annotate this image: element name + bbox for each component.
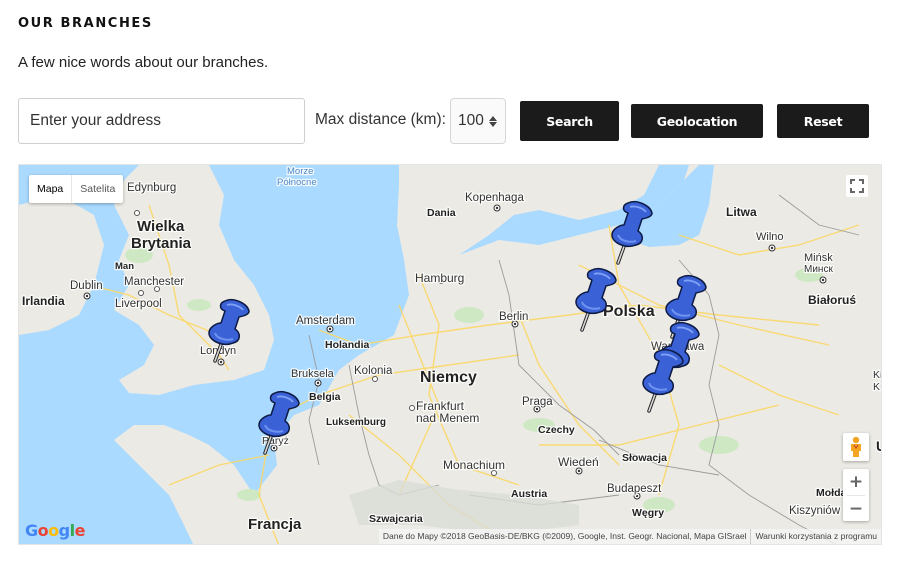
map-type-control: Mapa Satelita (29, 175, 124, 203)
country-label: Litwa (726, 205, 757, 219)
country-label: Niemcy (420, 369, 477, 386)
city-label: Praga (522, 396, 553, 408)
country-label: K (873, 381, 880, 393)
country-label: Ki (873, 369, 882, 381)
city-label: Kopenhaga (465, 192, 524, 204)
city-label: Edynburg (127, 182, 176, 194)
country-label: Szwajcaria (369, 513, 423, 525)
city-label: Liverpool (115, 298, 162, 310)
country-label: Białoruś (808, 293, 856, 307)
search-button[interactable]: Search (520, 101, 619, 141)
country-label: Węgry (632, 507, 664, 519)
max-distance-value: 100 (458, 112, 484, 129)
country-label: Belgia (309, 391, 341, 403)
attribution-text: Dane do Mapy ©2018 GeoBasis-DE/BKG (©200… (382, 531, 747, 541)
reset-button[interactable]: Reset (777, 104, 869, 138)
sea-label: Morze (287, 166, 313, 177)
max-distance-label: Max distance (km): (315, 111, 446, 128)
country-label: Francja (248, 516, 302, 533)
sea-label: Północne (277, 177, 317, 188)
map-attribution: Dane do Mapy ©2018 GeoBasis-DE/BKG (©200… (378, 529, 881, 544)
country-label: Czechy (538, 424, 575, 436)
country-label: Wielka (137, 218, 185, 235)
section-title: OUR BRANCHES (18, 16, 153, 31)
city-label: Budapeszt (607, 483, 662, 495)
fullscreen-button[interactable] (846, 175, 868, 197)
city-label: Dublin (70, 280, 103, 292)
city-label: nad Menem (416, 411, 479, 425)
address-input[interactable] (18, 98, 305, 144)
city-label: Berlin (499, 311, 528, 323)
map-type-map[interactable]: Mapa (29, 175, 73, 203)
city-label: Wilno (756, 231, 784, 243)
city-label: Wiedeń (558, 455, 599, 469)
city-label: Hamburg (415, 271, 464, 285)
city-label: Kiszyniów (789, 505, 841, 517)
country-label: Brytania (131, 235, 192, 252)
country-label: Holandia (325, 339, 369, 351)
map-type-satellite[interactable]: Satelita (72, 175, 123, 203)
city-label: Kolonia (354, 365, 393, 377)
fullscreen-icon (850, 179, 864, 193)
country-label: Dania (427, 207, 456, 219)
country-label: Mołda (816, 487, 846, 499)
country-label: Słowacja (622, 452, 667, 464)
zoom-in-button[interactable]: + (843, 469, 869, 495)
city-label: Минск (804, 264, 833, 275)
zoom-out-button[interactable]: − (843, 496, 869, 522)
street-view-button[interactable] (843, 433, 869, 461)
terms-of-use-link[interactable]: Warunki korzystania z programu (750, 529, 881, 544)
branches-map[interactable]: Morze Północne Wielka Brytania Irlandia … (18, 164, 882, 545)
section-intro: A few nice words about our branches. (18, 54, 269, 71)
country-label: Luksemburg (326, 417, 386, 428)
zoom-control: + − (843, 469, 869, 521)
city-label: Amsterdam (296, 315, 355, 327)
pegman-icon (851, 436, 861, 457)
city-label: Manchester (124, 276, 184, 288)
max-distance-select[interactable]: 100 (450, 98, 506, 144)
country-label: Man (115, 261, 134, 272)
select-arrows-icon (488, 115, 497, 127)
country-label: U (876, 438, 882, 454)
geolocation-button[interactable]: Geolocation (631, 104, 763, 138)
google-logo[interactable]: Google (25, 521, 85, 540)
city-label: Bruksela (291, 368, 335, 380)
country-label: Irlandia (22, 294, 65, 308)
map-canvas[interactable]: Morze Północne Wielka Brytania Irlandia … (19, 165, 882, 545)
city-label: Monachium (443, 458, 505, 472)
country-label: Austria (511, 488, 547, 500)
country-label: Polska (603, 303, 655, 320)
city-label: Mińsk (804, 252, 833, 264)
